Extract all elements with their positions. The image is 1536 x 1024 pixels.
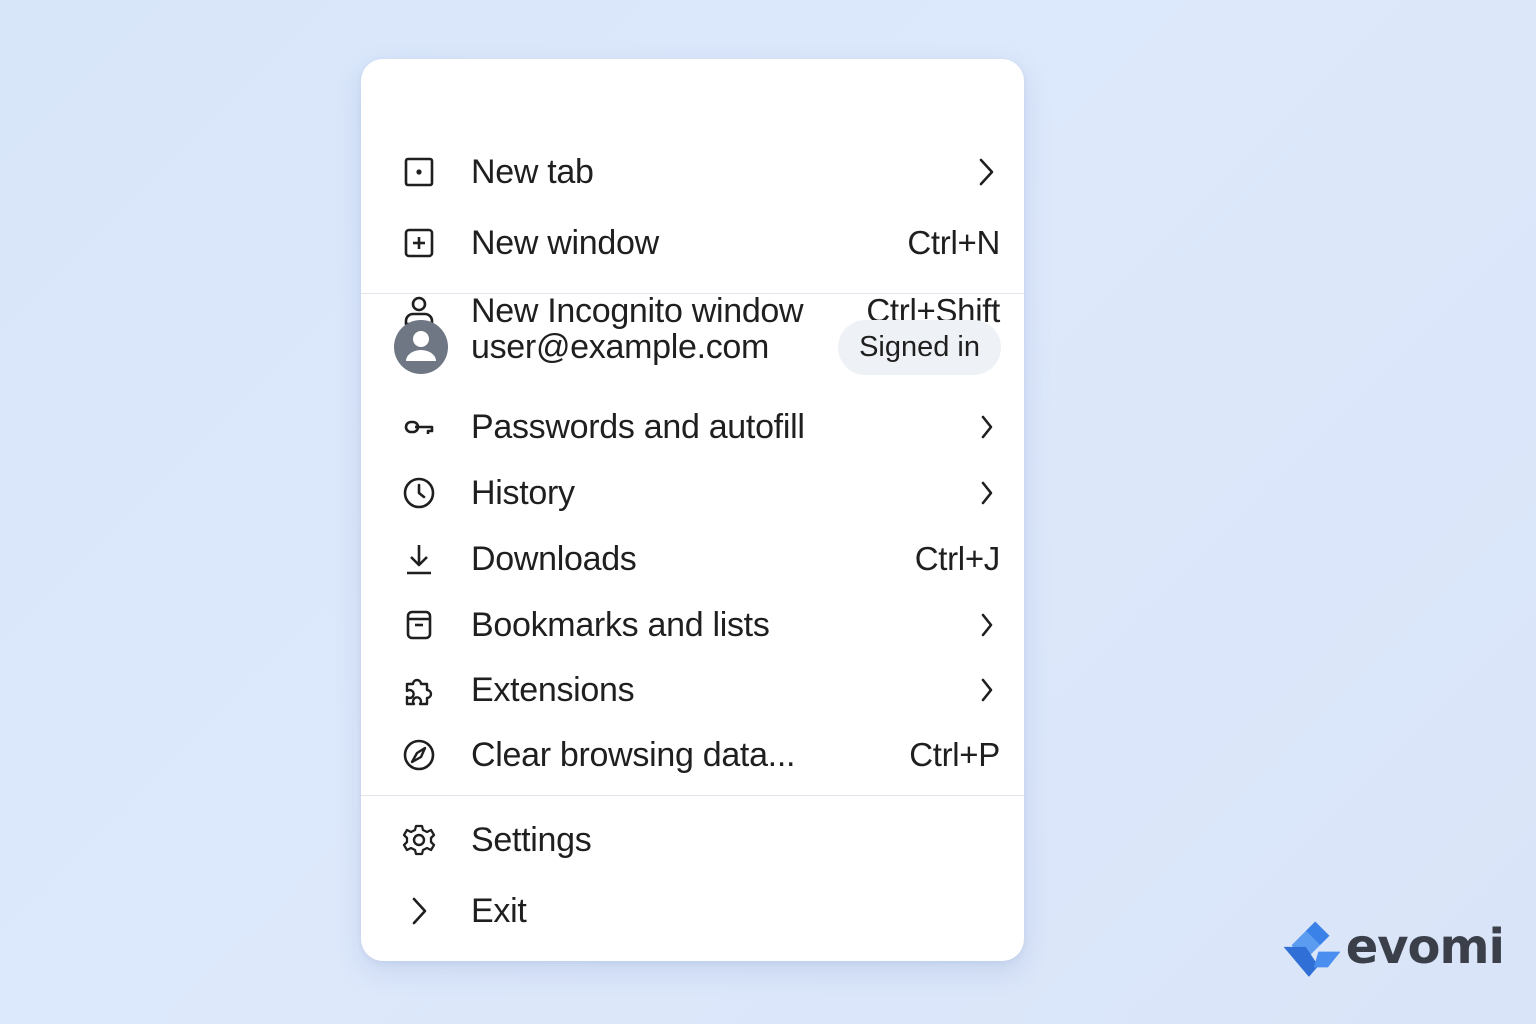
evomi-logo-icon — [1283, 921, 1341, 977]
shortcut-label: Ctrl+P — [909, 736, 1000, 773]
chevron-right-icon — [979, 158, 994, 186]
chevron-right-icon — [981, 481, 993, 505]
menu-item-label: Bookmarks and lists — [471, 605, 770, 644]
download-icon — [401, 541, 437, 577]
chevron-right-icon — [981, 415, 993, 439]
compass-icon — [401, 737, 437, 773]
browser-menu: New tab New window Ctrl+N New Incognito … — [361, 59, 1024, 961]
menu-item-label: Clear browsing data... — [471, 735, 796, 774]
chevron-right-icon — [981, 613, 993, 637]
chevron-right-icon — [981, 678, 993, 702]
menu-item-extensions[interactable]: Extensions — [361, 660, 1024, 720]
divider — [361, 795, 1024, 796]
menu-item-new-tab[interactable]: New tab — [361, 142, 1024, 202]
menu-item-exit[interactable]: Exit — [361, 881, 1024, 941]
shortcut-label: Ctrl+N — [907, 224, 1000, 261]
status-badge: Signed in — [838, 319, 1001, 375]
menu-item-label: Passwords and autofill — [471, 407, 805, 446]
menu-item-label: History — [471, 473, 575, 512]
menu-item-new-window[interactable]: New window Ctrl+N — [361, 213, 1024, 273]
chevron-right-icon — [401, 893, 437, 929]
account-row[interactable]: user@example.com Signed in — [361, 315, 1024, 379]
avatar-icon — [394, 320, 448, 374]
clock-icon — [401, 475, 437, 511]
brand-logo: evomi — [1282, 912, 1505, 988]
key-icon — [401, 409, 437, 445]
tab-icon — [401, 154, 437, 190]
menu-item-label: Exit — [471, 891, 527, 930]
menu-item-downloads[interactable]: Downloads Ctrl+J — [361, 529, 1024, 589]
puzzle-icon — [401, 672, 437, 708]
menu-item-label: New tab — [471, 152, 594, 191]
bookmark-icon — [401, 607, 437, 643]
menu-item-label: Settings — [471, 820, 592, 859]
new-window-icon — [401, 225, 437, 261]
gear-icon — [401, 822, 437, 858]
brand-name: evomi — [1345, 919, 1505, 975]
menu-item-bookmarks-and-lists[interactable]: Bookmarks and lists — [361, 595, 1024, 655]
account-email: user@example.com — [471, 327, 770, 366]
menu-item-label: Downloads — [471, 539, 637, 578]
menu-item-label: Extensions — [471, 670, 635, 709]
divider — [361, 293, 1024, 294]
menu-item-clear-browsing-data[interactable]: Clear browsing data... Ctrl+P — [361, 725, 1024, 785]
menu-item-settings[interactable]: Settings — [361, 810, 1024, 870]
shortcut-label: Ctrl+J — [914, 540, 1001, 577]
menu-item-passwords-and-autofill[interactable]: Passwords and autofill — [361, 397, 1024, 457]
menu-item-history[interactable]: History — [361, 463, 1024, 523]
menu-item-label: New window — [471, 223, 659, 262]
